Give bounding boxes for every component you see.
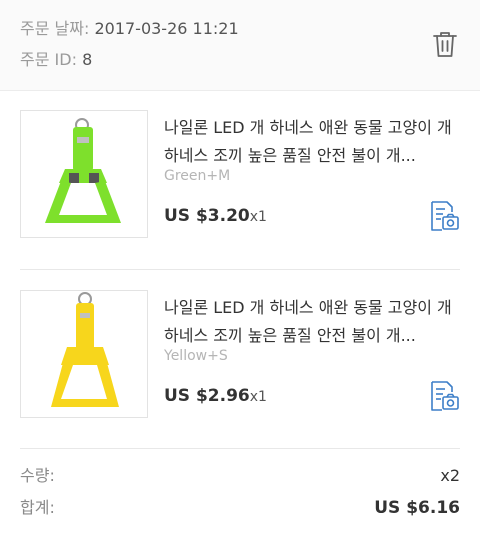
order-date-label: 주문 날짜: (20, 19, 90, 38)
order-id-value: 8 (82, 50, 93, 69)
total-label: 합계: (20, 498, 55, 517)
order-date-value: 2017-03-26 11:21 (94, 19, 239, 38)
quantity-value: x1 (249, 209, 267, 225)
order-id-label: 주문 ID: (20, 50, 77, 69)
order-date-row: 주문 날짜: 2017-03-26 11:21 (20, 19, 239, 39)
quantity-label: 수량: (20, 466, 55, 485)
product-price: US $3.20x1 (164, 206, 267, 226)
photo-review-icon[interactable] (428, 380, 460, 412)
photo-review-icon[interactable] (428, 200, 460, 232)
product-image[interactable] (20, 290, 148, 418)
order-id-row: 주문 ID: 8 (20, 50, 92, 70)
order-header: 주문 날짜: 2017-03-26 11:21 주문 ID: 8 (0, 0, 480, 91)
product-title[interactable]: 나일론 LED 개 하네스 애완 동물 고양이 개 하네스 조끼 높은 품질 안… (164, 114, 460, 170)
product-title[interactable]: 나일론 LED 개 하네스 애완 동물 고양이 개 하네스 조끼 높은 품질 안… (164, 294, 460, 350)
quantity-value: x1 (249, 389, 267, 405)
product-variant: Green+M (164, 168, 231, 184)
product-image[interactable] (20, 110, 148, 238)
order-item: 나일론 LED 개 하네스 애완 동물 고양이 개 하네스 조끼 높은 품질 안… (0, 272, 480, 450)
quantity-total: x2 (440, 466, 460, 485)
product-variant: Yellow+S (164, 348, 228, 364)
total-price: US $6.16 (374, 498, 460, 518)
divider (20, 448, 460, 449)
product-price: US $2.96x1 (164, 386, 267, 406)
price-value: US $3.20 (164, 206, 250, 226)
divider (20, 269, 460, 270)
price-value: US $2.96 (164, 386, 250, 406)
order-item: 나일론 LED 개 하네스 애완 동물 고양이 개 하네스 조끼 높은 품질 안… (0, 92, 480, 270)
trash-icon[interactable] (432, 30, 458, 58)
